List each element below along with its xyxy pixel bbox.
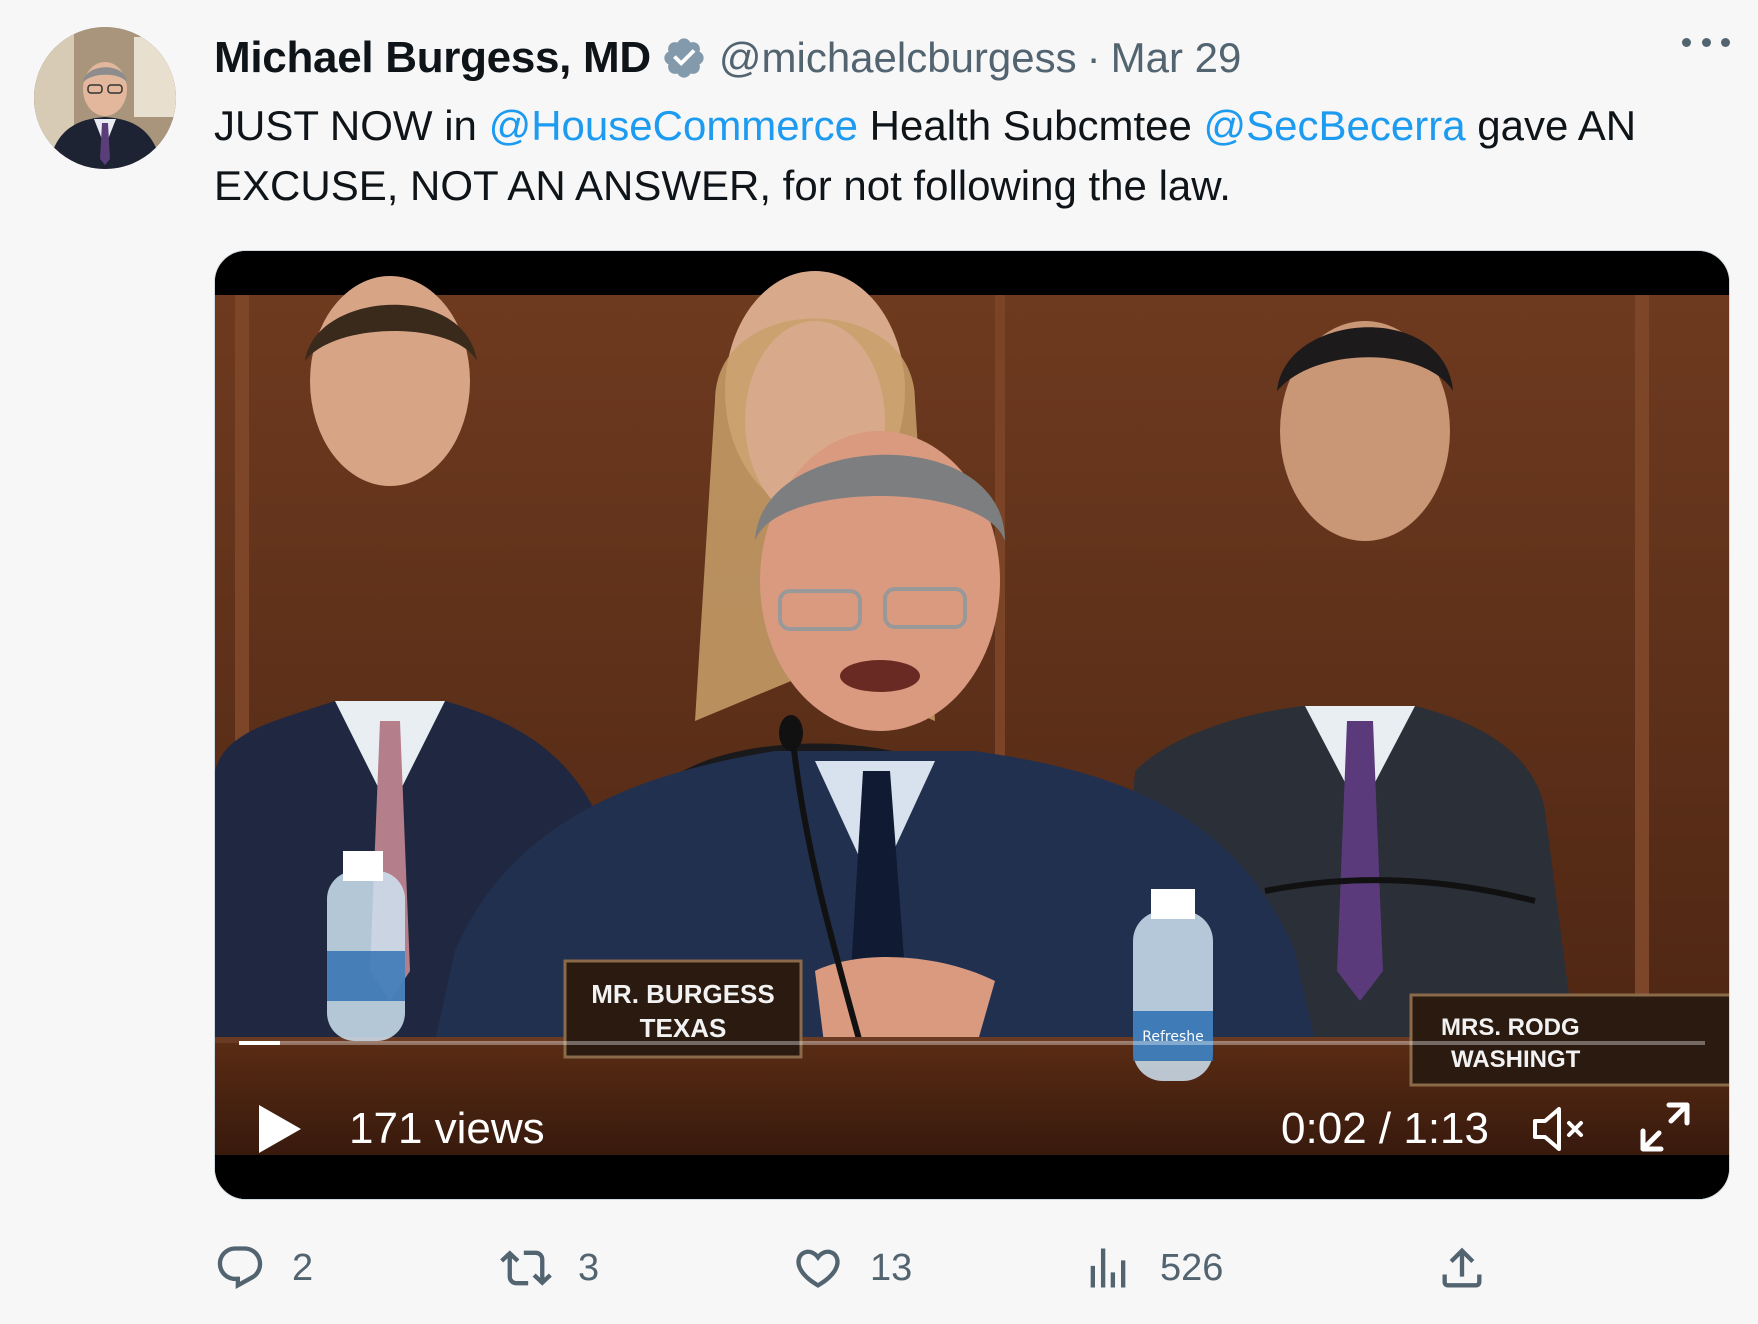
reply-button[interactable]: 2 bbox=[214, 1240, 313, 1296]
reply-icon bbox=[217, 1246, 263, 1290]
share-icon bbox=[1442, 1247, 1482, 1288]
author-name[interactable]: Michael Burgess, MD bbox=[214, 33, 651, 83]
mention-link[interactable]: @SecBecerra bbox=[1204, 102, 1466, 149]
nameplate-right-line1: MRS. RODG bbox=[1441, 1014, 1580, 1041]
share-button[interactable] bbox=[1436, 1240, 1514, 1296]
views-button[interactable]: 526 bbox=[1082, 1240, 1223, 1296]
reply-count: 2 bbox=[292, 1246, 314, 1289]
views-count: 526 bbox=[1160, 1246, 1224, 1289]
more-dot bbox=[1721, 37, 1730, 47]
avatar-image bbox=[34, 27, 176, 169]
more-icon[interactable] bbox=[1682, 30, 1730, 54]
like-count: 13 bbox=[870, 1246, 913, 1289]
views-icon bbox=[1090, 1248, 1126, 1288]
avatar[interactable] bbox=[34, 27, 176, 169]
more-dot bbox=[1682, 37, 1691, 47]
nameplate-center-line1: MR. BURGESS bbox=[591, 979, 774, 1009]
video-time: 0:02 / 1:13 bbox=[1281, 1104, 1489, 1153]
author-handle[interactable]: @michaelcburgess bbox=[719, 34, 1077, 82]
tweet: Michael Burgess, MD @michaelcburgess · M… bbox=[0, 0, 1758, 1324]
tweet-text: JUST NOW in @HouseCommerce Health Subcmt… bbox=[214, 96, 1734, 216]
like-button[interactable]: 13 bbox=[792, 1240, 912, 1296]
video-progress-bar[interactable] bbox=[239, 1041, 1705, 1045]
tweet-actions: 2 3 13 526 bbox=[214, 1240, 1734, 1296]
video-player[interactable]: Refreshe MR. BURGESS TEXAS MRS. RODG WAS… bbox=[214, 250, 1730, 1200]
mute-icon[interactable] bbox=[1529, 1101, 1589, 1157]
tweet-header: Michael Burgess, MD @michaelcburgess · M… bbox=[214, 28, 1758, 88]
tweet-text-part: Health Subcmtee bbox=[858, 102, 1204, 149]
play-icon[interactable] bbox=[255, 1101, 305, 1157]
retweet-button[interactable]: 3 bbox=[500, 1240, 599, 1296]
video-frame: Refreshe MR. BURGESS TEXAS MRS. RODG WAS… bbox=[215, 251, 1729, 1199]
like-icon bbox=[796, 1249, 840, 1288]
tweet-text-part: JUST NOW in bbox=[214, 102, 489, 149]
verified-badge-icon[interactable] bbox=[661, 35, 707, 81]
retweet-icon bbox=[500, 1250, 552, 1286]
video-view-count: 171 views bbox=[349, 1104, 545, 1153]
retweet-count: 3 bbox=[578, 1246, 600, 1289]
fullscreen-icon[interactable] bbox=[1637, 1099, 1693, 1155]
mention-link[interactable]: @HouseCommerce bbox=[489, 102, 858, 149]
video-progress-fill bbox=[239, 1041, 281, 1045]
more-dot bbox=[1701, 37, 1711, 47]
nameplate-right-line2: WASHINGT bbox=[1451, 1046, 1581, 1073]
tweet-date[interactable]: Mar 29 bbox=[1111, 34, 1242, 82]
nameplate-center-line2: TEXAS bbox=[640, 1013, 727, 1043]
header-separator: · bbox=[1086, 34, 1101, 81]
